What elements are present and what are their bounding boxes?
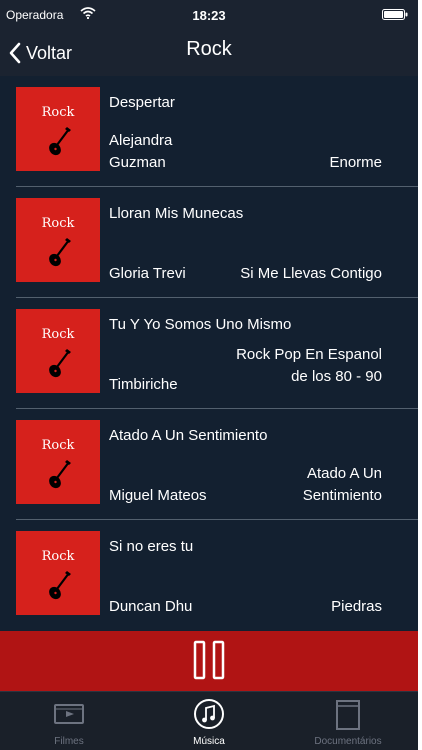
song-title: Atado A Un Sentimiento [109,427,268,444]
song-row[interactable]: Rock Lloran Mis Munecas Gloria Trevi Si … [0,187,418,298]
guitar-icon [49,238,71,267]
album-artwork: Rock [16,531,100,615]
page-title: Rock [186,38,232,60]
pause-icon[interactable] [193,640,225,680]
artwork-label: Rock [41,327,75,342]
album-artwork: Rock [16,87,100,171]
song-artist: Gloria Trevi [109,265,186,282]
guitar-icon [49,460,71,489]
album-artwork: Rock [16,420,100,504]
phone-screen: Operadora 18:23 Voltar Rock Rock Despert… [0,0,418,750]
tab-filmes[interactable]: Filmes [19,696,119,750]
tab-musica[interactable]: Música [159,696,259,750]
tab-label: Música [193,736,225,747]
song-row[interactable]: Rock Atado A Un Sentimiento Miguel Mateo… [0,409,418,520]
album-artwork: Rock [16,309,100,393]
song-artist: Timbiriche [109,376,178,393]
song-album: Atado A Un Sentimiento [302,465,382,504]
film-icon [54,704,84,724]
song-album: Enorme [329,154,382,171]
song-row[interactable]: Rock Despertar Alejandra Guzman Enorme [0,76,418,187]
song-title: Despertar [109,94,175,111]
navigation-bar: Voltar Rock [0,30,418,76]
song-title: Tu Y Yo Somos Uno Mismo [109,316,292,333]
tab-documentarios[interactable]: Documentários [298,696,398,750]
song-title: Si no eres tu [109,538,194,555]
tab-label: Filmes [54,736,84,747]
status-bar: Operadora 18:23 [0,0,418,30]
guitar-icon [49,127,71,156]
song-album: Si Me Llevas Contigo [240,265,382,282]
album-artwork: Rock [16,198,100,282]
song-row[interactable]: Rock Tu Y Yo Somos Uno Mismo Timbiriche … [0,298,418,409]
song-album-clip: Rock Pop En Espanol de los 80 - 90 [232,336,382,409]
song-album: Piedras [331,598,382,615]
song-row[interactable]: Rock Si no eres tu Duncan Dhu Piedras [0,520,418,631]
battery-icon [382,9,408,20]
music-note-icon [194,699,224,729]
song-artist: Duncan Dhu [109,598,193,615]
status-time: 18:23 [192,8,226,23]
artwork-label: Rock [41,438,75,453]
artwork-label: Rock [41,105,75,120]
tab-bar: Filmes Música Documentários [0,691,418,750]
artwork-label: Rock [41,216,75,231]
tab-label: Documentários [314,736,382,747]
guitar-icon [49,571,71,600]
document-icon [336,700,360,730]
song-title: Lloran Mis Munecas [109,205,244,222]
guitar-icon [49,349,71,378]
song-album: Rock Pop En Espanol de los 80 - 90 [236,346,382,385]
song-artist: Alejandra Guzman [109,132,173,171]
artwork-label: Rock [41,549,75,564]
song-artist: Miguel Mateos [109,487,207,504]
song-list[interactable]: Rock Despertar Alejandra Guzman Enorme R… [0,76,418,631]
player-bar [0,631,418,691]
